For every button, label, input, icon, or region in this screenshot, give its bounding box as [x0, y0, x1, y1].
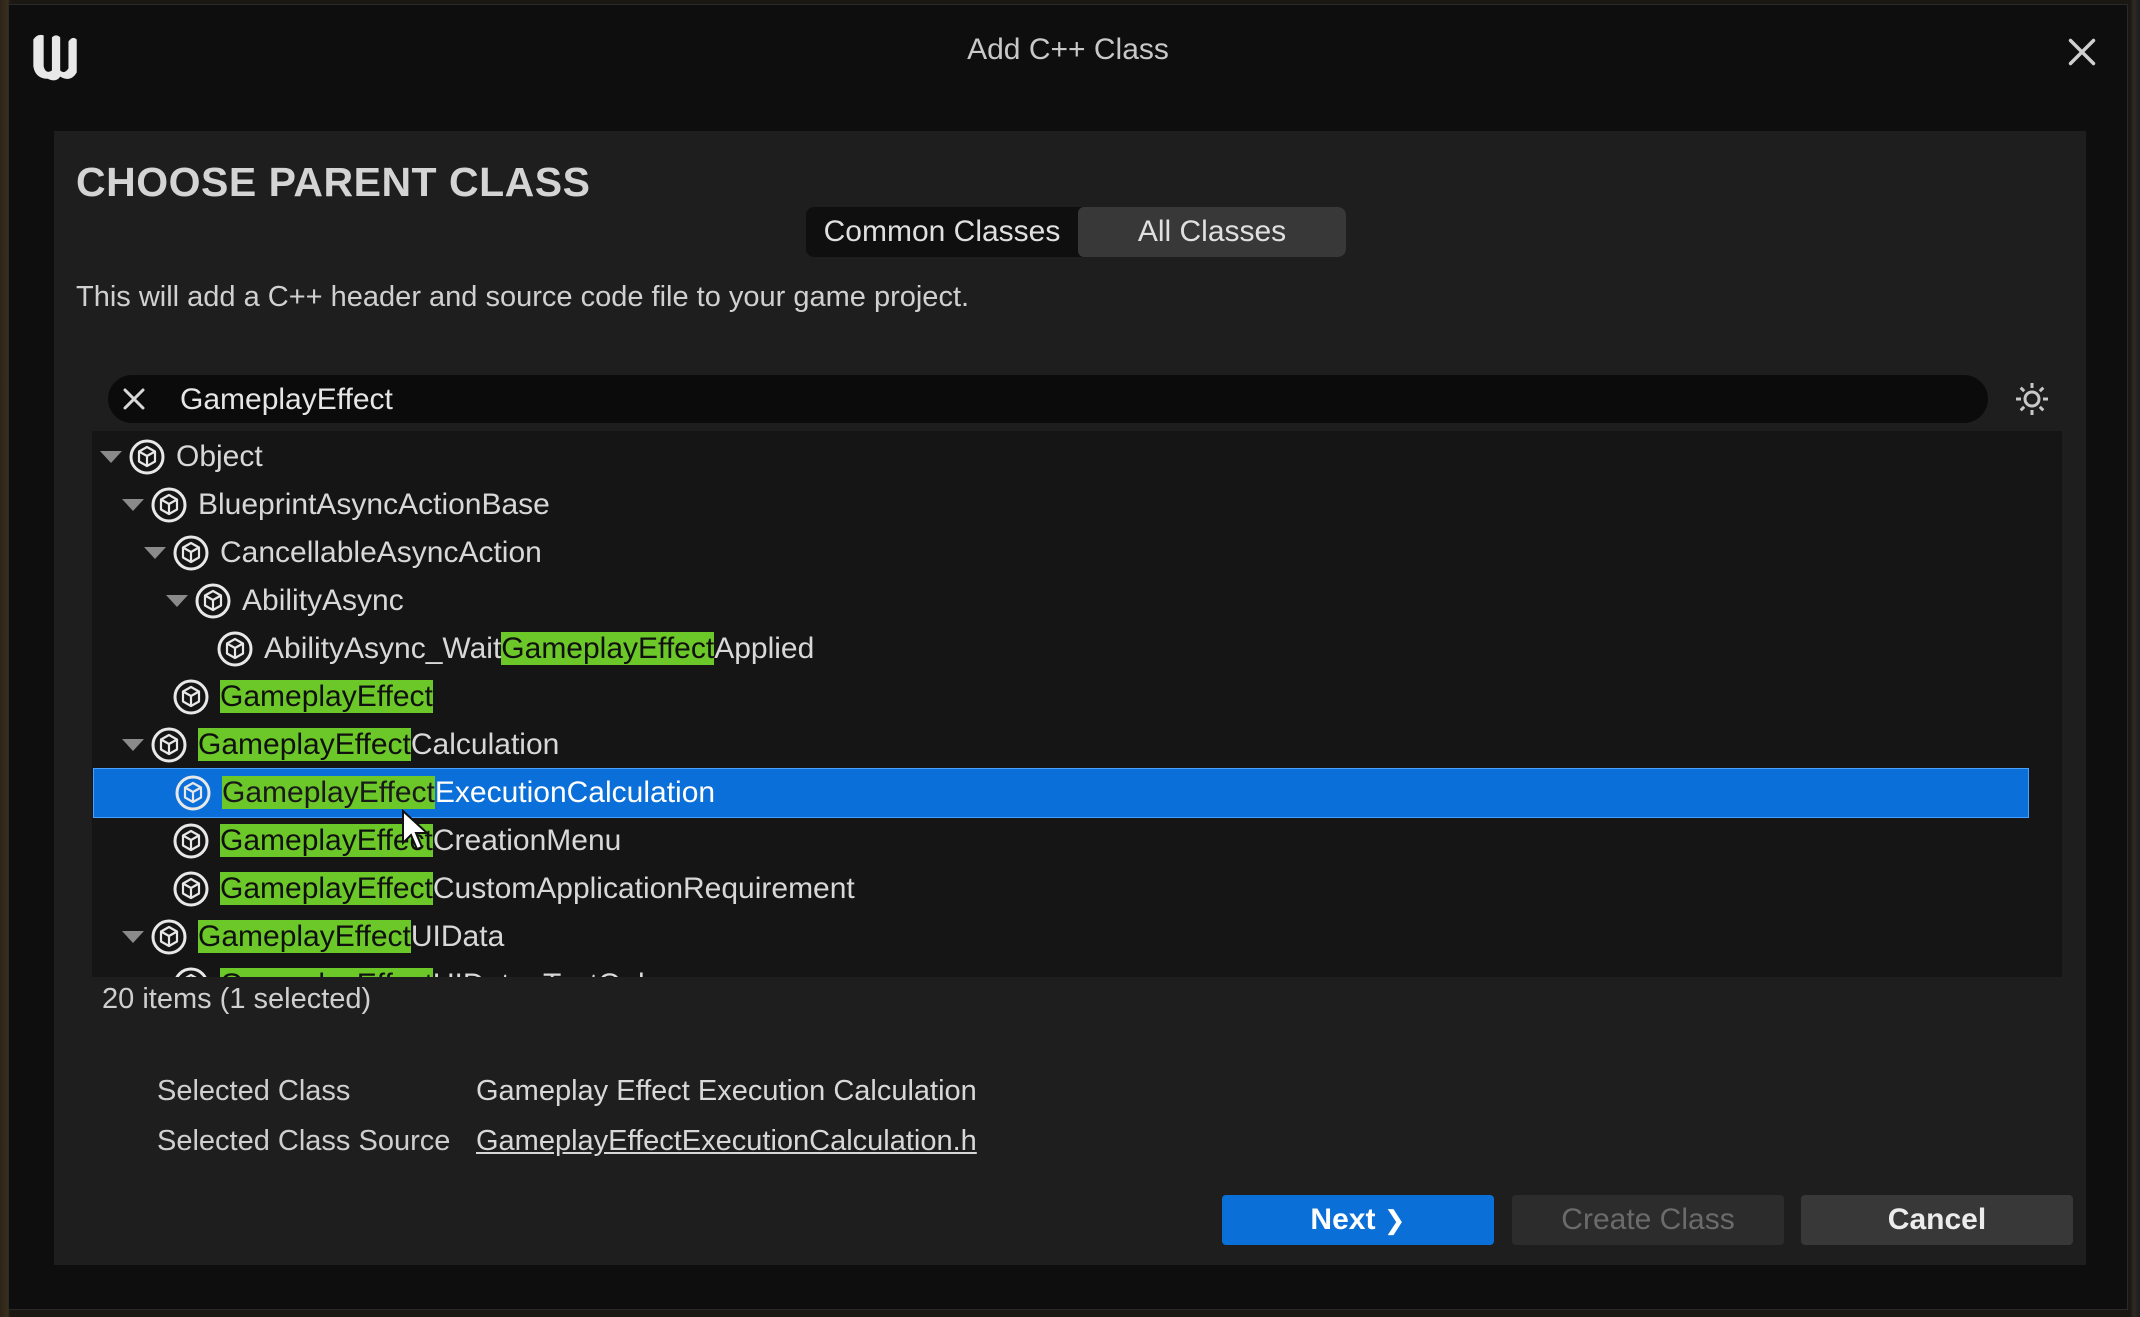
create-class-button[interactable]: Create Class	[1512, 1195, 1784, 1245]
tree-row-label: GameplayEffectCustomApplicationRequireme…	[220, 872, 855, 906]
tree-row-label: GameplayEffectUIData_TextOnly	[220, 968, 660, 977]
label-text: ExecutionCalculation	[434, 776, 716, 809]
search-match-highlight: GameplayEffect	[501, 632, 715, 665]
label-text: Calculation	[410, 728, 560, 761]
expand-arrow-icon[interactable]	[100, 451, 122, 463]
tab-common-classes[interactable]: Common Classes	[806, 207, 1078, 257]
tree-row-selected[interactable]: GameplayEffectExecutionCalculation	[93, 768, 2029, 818]
class-cube-icon	[175, 775, 211, 811]
label-text: BlueprintAsyncActionBase	[198, 488, 550, 521]
next-button[interactable]: Next ❯	[1222, 1195, 1494, 1245]
content-panel: CHOOSE PARENT CLASS Common Classes All C…	[54, 131, 2086, 1265]
class-cube-icon	[151, 487, 187, 523]
description-text: This will add a C++ header and source co…	[76, 281, 970, 313]
label-text: AbilityAsync_Wait	[264, 632, 502, 665]
expand-arrow-icon[interactable]	[122, 499, 144, 511]
label-text: CreationMenu	[432, 824, 622, 857]
class-cube-icon	[173, 871, 209, 907]
item-count: 20 items (1 selected)	[102, 983, 372, 1015]
class-cube-icon	[173, 535, 209, 571]
class-cube-icon	[175, 967, 207, 977]
gear-icon[interactable]	[2012, 379, 2052, 419]
expand-arrow-icon[interactable]	[122, 931, 144, 943]
search-match-highlight: GameplayEffect	[198, 728, 411, 761]
tree-row-label: AbilityAsync_WaitGameplayEffectApplied	[264, 632, 814, 666]
dialog-title: Add C++ Class	[967, 33, 1169, 66]
class-cube-icon	[151, 727, 187, 763]
expand-arrow-icon[interactable]	[144, 547, 166, 559]
tree-row[interactable]: GameplayEffectCalculation	[92, 721, 2028, 769]
tree-row-label: GameplayEffectCalculation	[198, 728, 559, 762]
tab-all-classes[interactable]: All Classes	[1078, 207, 1346, 257]
label-text: UIData	[410, 920, 505, 953]
tree-row-label: GameplayEffect	[220, 680, 433, 714]
tree-row-label: AbilityAsync	[242, 584, 404, 618]
tree-row[interactable]: AbilityAsync_WaitGameplayEffectApplied	[92, 625, 2028, 673]
tree-row[interactable]: Object	[92, 433, 2028, 481]
page-heading: CHOOSE PARENT CLASS	[76, 159, 591, 205]
search-match-highlight: GameplayEffect	[220, 872, 433, 905]
expand-arrow-icon[interactable]	[122, 739, 144, 751]
tree-row[interactable]: BlueprintAsyncActionBase	[92, 481, 2028, 529]
search-match-highlight: GameplayEffect	[220, 968, 433, 977]
selected-source-label: Selected Class Source	[157, 1125, 451, 1157]
search-input[interactable]	[178, 375, 1962, 425]
tree-row[interactable]: GameplayEffectCustomApplicationRequireme…	[92, 865, 2028, 913]
selected-class-label: Selected Class	[157, 1075, 351, 1107]
tree-row-label: GameplayEffectExecutionCalculation	[222, 776, 715, 810]
class-cube-icon	[217, 631, 253, 667]
tree-row[interactable]: AbilityAsync	[92, 577, 2028, 625]
tree-row[interactable]: GameplayEffectUIData_TextOnly	[92, 961, 2028, 977]
class-cube-icon	[195, 583, 231, 619]
search-match-highlight: GameplayEffect	[220, 680, 433, 713]
class-tree[interactable]: Object BlueprintAsyncActionBase Cancellabl…	[92, 431, 2062, 977]
tree-row-label: GameplayEffectUIData	[198, 920, 504, 954]
search-match-highlight: GameplayEffect	[222, 776, 435, 809]
add-cpp-class-dialog: Add C++ Class CHOOSE PARENT CLASS Common…	[8, 4, 2128, 1310]
class-cube-icon	[173, 823, 209, 859]
search-bar	[108, 375, 1988, 425]
label-text: CancellableAsyncAction	[220, 536, 542, 569]
tree-row[interactable]: GameplayEffect	[92, 673, 2028, 721]
label-text: Object	[176, 440, 263, 473]
label-text: UIData_TextOnly	[433, 968, 660, 977]
clear-x-icon[interactable]	[118, 383, 150, 415]
label-text: CustomApplicationRequirement	[432, 872, 855, 905]
mouse-cursor-icon	[402, 809, 430, 851]
class-filter-tabs: Common Classes All Classes	[806, 207, 1346, 257]
class-cube-icon	[151, 919, 187, 955]
cancel-button[interactable]: Cancel	[1801, 1195, 2073, 1245]
tree-row-label: Object	[176, 440, 263, 474]
tree-row[interactable]: CancellableAsyncAction	[92, 529, 2028, 577]
tree-row-label: CancellableAsyncAction	[220, 536, 542, 570]
selected-source-link[interactable]: GameplayEffectExecutionCalculation.h	[476, 1125, 977, 1158]
close-icon[interactable]	[2059, 29, 2105, 75]
class-cube-icon	[129, 439, 165, 475]
next-button-label: Next	[1310, 1203, 1376, 1236]
chevron-right-icon: ❯	[1383, 1205, 1406, 1235]
tree-row[interactable]: GameplayEffectCreationMenu	[92, 817, 2028, 865]
expand-arrow-icon[interactable]	[166, 595, 188, 607]
tree-row-label: BlueprintAsyncActionBase	[198, 488, 550, 522]
selected-class-value: Gameplay Effect Execution Calculation	[476, 1075, 977, 1107]
title-bar: Add C++ Class	[9, 5, 2127, 95]
label-text: AbilityAsync	[242, 584, 404, 617]
class-cube-icon	[173, 679, 209, 715]
label-text: Applied	[714, 632, 815, 665]
search-match-highlight: GameplayEffect	[198, 920, 411, 953]
tree-row[interactable]: GameplayEffectUIData	[92, 913, 2028, 961]
